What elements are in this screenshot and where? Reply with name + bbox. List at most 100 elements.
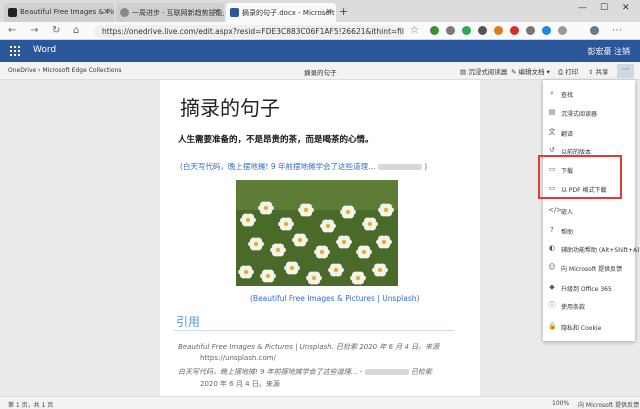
redacted-text bbox=[364, 369, 409, 375]
url-field[interactable]: https://onedrive.live.com/edit.aspx?resi… bbox=[94, 25, 404, 38]
menu-item-feedback[interactable]: ☺ 向 Microsoft 提供反馈 bbox=[543, 259, 635, 277]
screen: Beautiful Free Images & Pictures ✕ 一周进步 … bbox=[0, 0, 640, 409]
browser-tab-unsplash[interactable]: Beautiful Free Images & Pictures ✕ bbox=[4, 3, 114, 22]
refresh-icon[interactable]: ↻ bbox=[52, 25, 60, 36]
menu-item-label: 嵌入 bbox=[561, 209, 574, 216]
collections-icon[interactable] bbox=[558, 26, 567, 35]
extension-icon[interactable] bbox=[446, 26, 455, 35]
bold-paragraph: 人生需要准备的，不是昂贵的茶，而是喝茶的心情。 bbox=[178, 135, 374, 145]
ribbon: OneDrive › Microsoft Edge Collections 摘录… bbox=[0, 62, 640, 80]
embed-icon: </> bbox=[548, 206, 563, 214]
close-window-icon[interactable]: ✕ bbox=[622, 3, 630, 13]
menu-item-label: 向 Microsoft 提供反馈 bbox=[561, 266, 623, 273]
globe-icon bbox=[120, 8, 129, 17]
browser-menu-icon[interactable]: ⋯ bbox=[612, 25, 622, 36]
flower-image bbox=[236, 180, 398, 286]
citation-link[interactable]: (白天写代码，晚上摆地摊! 9 年前摆地摊学会了这些道理… ) bbox=[180, 161, 427, 172]
status-bar: 第 1 页，共 1 页 100% 向 Microsoft 提供反馈 bbox=[0, 396, 640, 409]
redacted-text bbox=[377, 164, 422, 170]
citation-end: ) bbox=[424, 162, 428, 171]
print-button[interactable]: ⎙ 打印 bbox=[558, 66, 578, 77]
menu-item-upgrade[interactable]: ◆ 升级到 Office 365 bbox=[543, 279, 635, 297]
breadcrumb-separator: › bbox=[38, 67, 41, 74]
reading-mode-label: 沉浸式阅读器 bbox=[468, 68, 508, 76]
menu-item-label: 辅助功能帮助 (Alt+Shift+A) bbox=[561, 247, 640, 254]
app-launcher-icon[interactable] bbox=[10, 46, 20, 56]
menu-item-search[interactable]: ⌕ 查找 bbox=[543, 85, 635, 103]
terms-icon: ⓘ bbox=[548, 301, 556, 309]
reference-entry-2-suffix: 已检索 bbox=[410, 368, 432, 376]
upgrade-icon: ◆ bbox=[549, 283, 555, 291]
tab-title: Beautiful Free Images & Pictures bbox=[20, 8, 114, 16]
highlight-box bbox=[538, 155, 622, 199]
extension-icon[interactable] bbox=[494, 26, 503, 35]
home-icon[interactable]: ⌂ bbox=[73, 25, 79, 36]
profile-avatar[interactable] bbox=[590, 26, 599, 35]
chevron-down-icon: ▾ bbox=[544, 68, 550, 76]
menu-item-accessibility[interactable]: ◐ 辅助功能帮助 (Alt+Shift+A) bbox=[543, 240, 640, 258]
extension-icon[interactable] bbox=[478, 26, 487, 35]
document-title[interactable]: 摘录的句子 bbox=[304, 67, 337, 77]
reference-date-2: 2020 年 6 月 4 日。来源 bbox=[200, 380, 280, 388]
minimize-icon[interactable]: — bbox=[578, 3, 587, 13]
close-tab-icon[interactable]: ✕ bbox=[103, 7, 110, 16]
user-account[interactable]: 彭宏豪 注销 bbox=[587, 46, 630, 57]
close-tab-icon[interactable]: ✕ bbox=[213, 7, 220, 16]
narcissus-photo bbox=[236, 180, 398, 286]
menu-item-label: 使用条款 bbox=[561, 304, 586, 311]
extension-icon[interactable] bbox=[526, 26, 535, 35]
browser-tab-word[interactable]: 摘录的句子.docx - Microsoft Word ✕ bbox=[226, 3, 336, 22]
menu-item-label: 帮助 bbox=[561, 229, 574, 236]
forward-icon[interactable]: → bbox=[30, 25, 38, 36]
edit-document-button[interactable]: ✎ 编辑文档 ▾ bbox=[511, 66, 550, 76]
extension-icon[interactable] bbox=[542, 26, 551, 35]
menu-item-translate[interactable]: 文翻译 bbox=[543, 124, 635, 142]
word-header: Word 彭宏豪 注销 bbox=[0, 40, 640, 62]
reader-icon: ▤ bbox=[460, 68, 469, 76]
url-text: https://onedrive.live.com/edit.aspx?resi… bbox=[102, 27, 404, 36]
document-page[interactable]: 摘录的句子 人生需要准备的，不是昂贵的茶，而是喝茶的心情。 (白天写代码，晚上摆… bbox=[160, 80, 480, 396]
app-name[interactable]: Word bbox=[33, 45, 56, 55]
unsplash-favicon-icon bbox=[8, 8, 17, 17]
maximize-icon[interactable]: ☐ bbox=[600, 3, 608, 13]
reference-entry-1: Beautiful Free Images & Pictures | Unspl… bbox=[178, 343, 440, 351]
close-tab-icon[interactable]: ✕ bbox=[325, 7, 332, 16]
references-heading: 引用 bbox=[176, 315, 201, 329]
zoom-level[interactable]: 100% bbox=[552, 400, 569, 407]
menu-item-embed[interactable]: </> 嵌入 bbox=[543, 202, 635, 220]
browser-tab-article[interactable]: 一周进步 · 互联网新趋势技能入口 ✕ bbox=[116, 3, 224, 22]
share-button[interactable]: ⇪ 共享 bbox=[588, 66, 609, 76]
new-tab-button[interactable]: + bbox=[339, 5, 348, 18]
reference-url-1[interactable]: https://unsplash.com/ bbox=[200, 354, 276, 362]
menu-item-label: 沉浸式阅读器 bbox=[561, 111, 598, 118]
menu-item-lock[interactable]: 🔒 隐私和 Cookie bbox=[543, 318, 635, 336]
reference-entry-2: 白天写代码，晚上摆地摊! 9 年前摆地摊学会了这些道理… - 已检索 bbox=[178, 367, 432, 377]
image-caption[interactable]: (Beautiful Free Images & Pictures | Unsp… bbox=[250, 294, 419, 303]
reading-mode-button[interactable]: ▤ 沉浸式阅读器 bbox=[460, 66, 507, 76]
breadcrumb-folder[interactable]: Microsoft Edge Collections bbox=[42, 67, 121, 74]
favorite-star-icon[interactable]: ☆ bbox=[410, 25, 419, 36]
feedback-icon: ☺ bbox=[548, 263, 556, 271]
extension-check-icon[interactable] bbox=[462, 26, 471, 35]
menu-item-terms[interactable]: ⓘ 使用条款 bbox=[543, 297, 635, 315]
menu-item-help[interactable]: ? 帮助 bbox=[543, 222, 635, 240]
breadcrumb-onedrive[interactable]: OneDrive bbox=[8, 67, 36, 74]
help-icon: ? bbox=[550, 226, 554, 234]
edit-document-label: 编辑文档 bbox=[518, 68, 545, 76]
extension-opera-icon[interactable] bbox=[510, 26, 519, 35]
heading-underline bbox=[174, 330, 454, 331]
menu-item-label: 翻译 bbox=[561, 131, 574, 138]
menu-item-reader[interactable]: ▤ 沉浸式阅读器 bbox=[543, 104, 635, 122]
pencil-icon: ✎ bbox=[511, 68, 519, 76]
feedback-link[interactable]: 向 Microsoft 提供反馈 bbox=[578, 400, 639, 409]
extension-evernote-icon[interactable] bbox=[430, 26, 439, 35]
tab-title: 摘录的句子.docx - Microsoft Word bbox=[242, 9, 336, 17]
reference-entry-2-text: 白天写代码，晚上摆地摊! 9 年前摆地摊学会了这些道理… - bbox=[178, 368, 363, 376]
back-icon[interactable]: ← bbox=[8, 25, 16, 36]
menu-item-label: 升级到 Office 365 bbox=[561, 286, 612, 293]
tab-title: 一周进步 · 互联网新趋势技能入口 bbox=[132, 9, 224, 17]
reader-icon: ▤ bbox=[548, 108, 556, 116]
more-options-menu: ⌕ 查找 ▤ 沉浸式阅读器文翻译 ↺ 以前的版本 ▭ 下载 ▭ 以 PDF 格式下载 </> 嵌入? 帮… bbox=[543, 80, 640, 341]
more-options-button[interactable]: ··· bbox=[617, 64, 634, 78]
search-icon: ⌕ bbox=[550, 89, 554, 97]
